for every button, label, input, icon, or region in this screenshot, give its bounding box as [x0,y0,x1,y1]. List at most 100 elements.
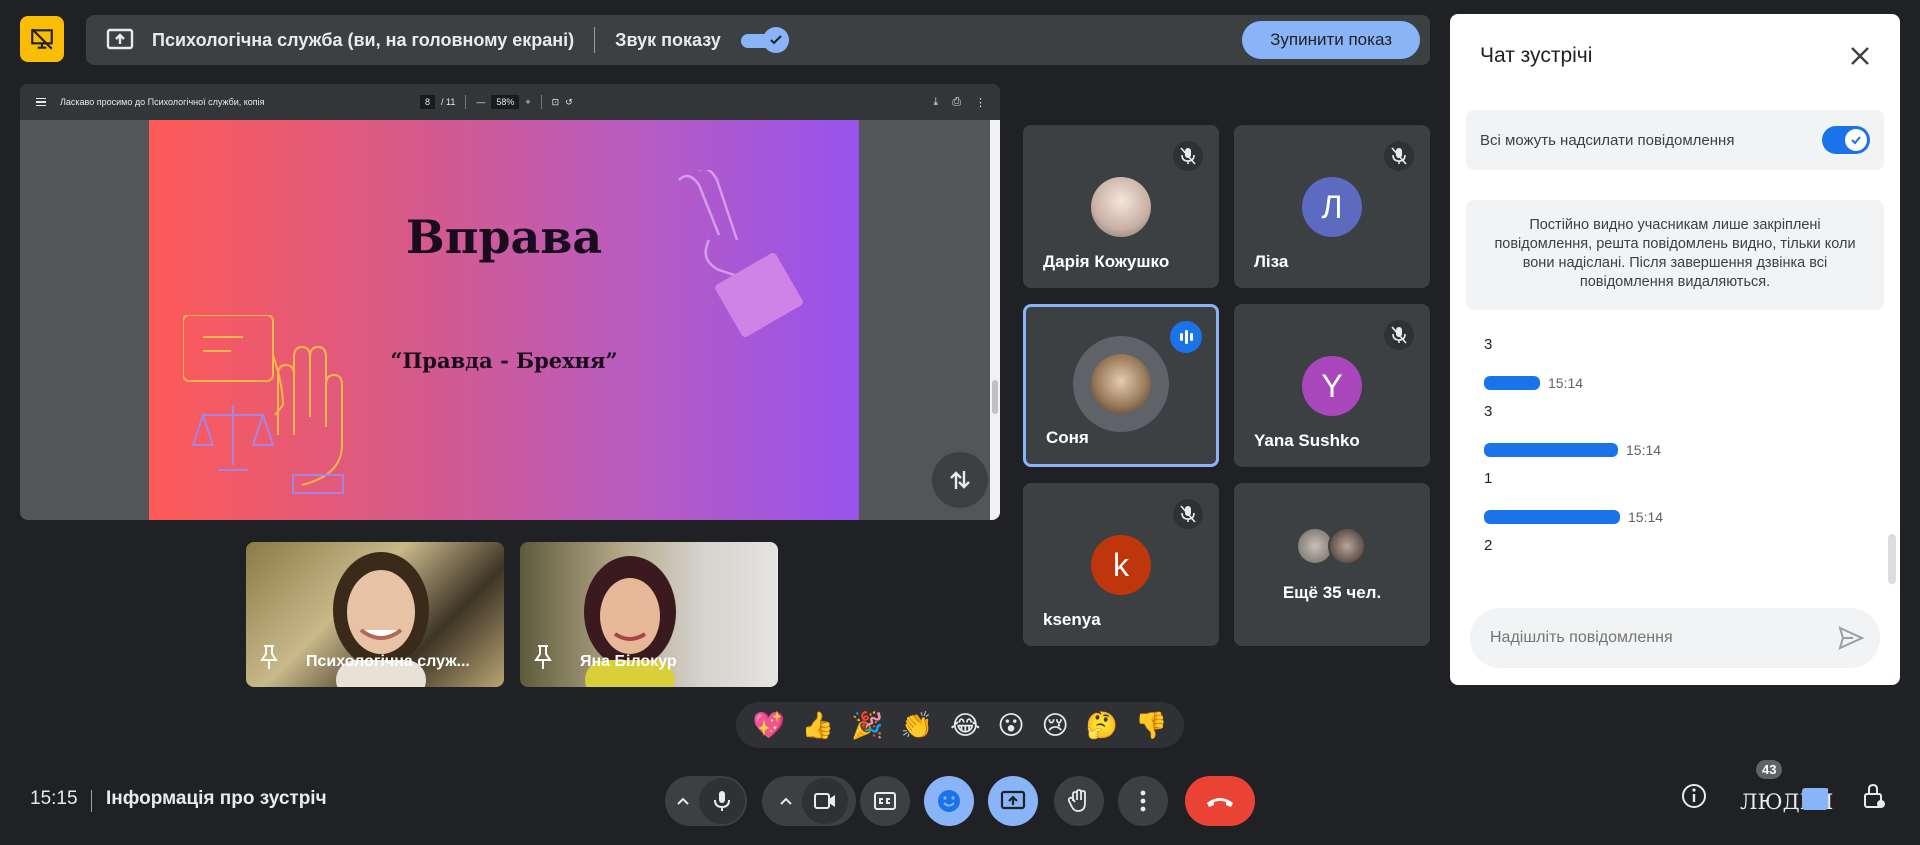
camera-icon[interactable] [802,778,848,824]
swap-layout-button[interactable] [932,452,988,508]
meeting-info-link[interactable]: Інформація про зустріч [106,788,327,810]
send-icon[interactable] [1838,626,1864,650]
reaction-clap[interactable]: 👏 [901,710,933,741]
chat-message-text: 3 [1484,403,1493,420]
chat-message-text: 1 [1484,470,1493,487]
chevron-up-icon[interactable] [770,776,802,826]
reaction-thumbs-down[interactable]: 👎 [1135,710,1167,741]
participant-name: Yana Sushko [1254,431,1360,450]
participant-tile[interactable]: Л Ліза [1234,125,1430,288]
pin-icon[interactable] [532,644,554,675]
chat-panel: Чат зустрічі Всі можуть надсилати повідо… [1450,14,1900,685]
rotate-icon[interactable]: ↺ [565,97,573,108]
reaction-sparkling-heart[interactable]: 💖 [753,710,785,741]
speaking-indicator-icon [1170,321,1202,353]
chat-message-header: 15:14 [1484,509,1864,525]
leave-call-button[interactable] [1185,776,1255,826]
captions-button[interactable] [860,776,910,826]
crossed-fingers-illustration [678,170,803,338]
mic-off-icon [1173,499,1203,529]
microphone-icon[interactable] [699,778,745,824]
chevron-up-icon[interactable] [667,776,699,826]
download-icon[interactable]: ⤓ [933,96,938,109]
avatar: k [1091,535,1151,595]
close-icon[interactable] [1848,44,1872,68]
more-participants-label: Ещё 35 чел. [1282,583,1382,602]
pinned-video-tile[interactable]: Яна Білокур [520,542,778,687]
participant-name: Яна Білокур [580,653,677,670]
chat-notice: Постійно видно учасникам лише закріплені… [1466,200,1884,310]
more-vert-icon[interactable]: ⋮ [975,96,986,109]
pin-icon[interactable] [258,644,280,675]
avatar: Л [1302,177,1362,237]
chat-permission-toggle[interactable] [1822,126,1870,154]
participant-tile-speaking[interactable]: Соня [1023,304,1219,467]
participant-tile[interactable]: Y Yana Sushko [1234,304,1430,467]
mic-off-icon [1384,320,1414,350]
chat-message-header: 15:14 [1484,375,1864,391]
avatar [1328,527,1366,565]
meeting-details-info-icon[interactable] [1680,782,1708,810]
participant-name: Психологічна служ... [306,653,470,670]
closed-captions-icon [874,792,896,810]
mic-control [665,776,747,826]
participant-name: Дарія Кожушко [1043,252,1170,271]
reaction-surprised[interactable]: 😮 [997,710,1024,741]
pdf-page-total: / 11 [441,97,456,107]
pdf-zoom-input[interactable]: 58% [491,95,520,109]
print-icon[interactable]: ⎙ [952,96,961,109]
reaction-party[interactable]: 🎉 [851,710,883,741]
more-options-button[interactable] [1118,776,1168,826]
chat-message-text: 2 [1484,537,1493,554]
chat-permission-label: Всі можуть надсилати повідомлення [1480,131,1735,149]
participant-name: Соня [1046,428,1089,447]
pinned-video-tile[interactable]: Психологічна служ... [246,542,504,687]
reaction-laugh[interactable]: 😂 [950,710,980,741]
redacted-author [1484,376,1540,390]
presentation-off-icon[interactable] [20,16,64,62]
presenting-title: Психологічна служба (ви, на головному ек… [152,29,575,50]
chat-message-input[interactable] [1470,608,1880,668]
chat-messages: 3 15:14 3 15:14 1 15:14 2 [1484,320,1864,554]
chat-icon[interactable] [1802,788,1828,810]
zoom-out-icon[interactable]: — [476,97,485,107]
pdf-page-input[interactable]: 8 [420,95,436,109]
reaction-sad[interactable]: 😢 [1042,710,1069,741]
chat-message-header: 15:14 [1484,442,1864,458]
fit-page-icon[interactable]: ⊡ [552,97,560,108]
stop-presenting-button[interactable]: Зупинити показ [1242,21,1420,59]
presentation-sound-toggle[interactable] [740,27,789,53]
honesty-hand-illustration [183,315,344,494]
participant-tile[interactable]: Дарія Кожушко [1023,125,1219,288]
zoom-in-icon[interactable]: + [525,97,530,107]
participant-name: ksenya [1043,610,1101,629]
avatar [1091,177,1151,237]
reaction-thinking[interactable]: 🤔 [1086,710,1118,741]
raise-hand-button[interactable] [1054,776,1104,826]
chat-permission-row: Всі можуть надсилати повідомлення [1466,110,1884,170]
redacted-author [1484,443,1618,457]
chat-scrollbar[interactable] [1888,534,1896,584]
present-now-button[interactable] [988,776,1038,826]
presenting-bar: Психологічна служба (ви, на головному ек… [86,15,1430,65]
mic-off-icon [1173,141,1203,171]
more-participants-tile[interactable]: Ещё 35 чел. [1234,483,1430,646]
participant-tile[interactable]: k ksenya [1023,483,1219,646]
pdf-page-controls: 8 / 11 — 58% + ⊡ ↺ [420,95,573,109]
camera-control [762,776,856,826]
participant-name: Ліза [1254,252,1289,271]
pdf-scrollbar[interactable] [990,120,1000,520]
slide-subtitle: “Правда - Брехня” [390,348,618,373]
presentation-sound-label: Звук показу [615,29,721,50]
emoji-icon [938,790,960,812]
menu-icon[interactable] [36,96,46,109]
host-controls-lock-icon[interactable] [1862,782,1886,810]
hand-icon [1068,789,1086,812]
people-count-badge: 43 [1756,760,1783,779]
present-screen-icon [1000,790,1026,810]
more-vert-icon [1140,790,1146,812]
reactions-bar: 💖 👍 🎉 👏 😂 😮 😢 🤔 👎 [736,702,1184,748]
reactions-button[interactable] [924,776,974,826]
chat-message-time: 15:14 [1548,375,1584,391]
reaction-thumbs-up[interactable]: 👍 [802,710,834,741]
